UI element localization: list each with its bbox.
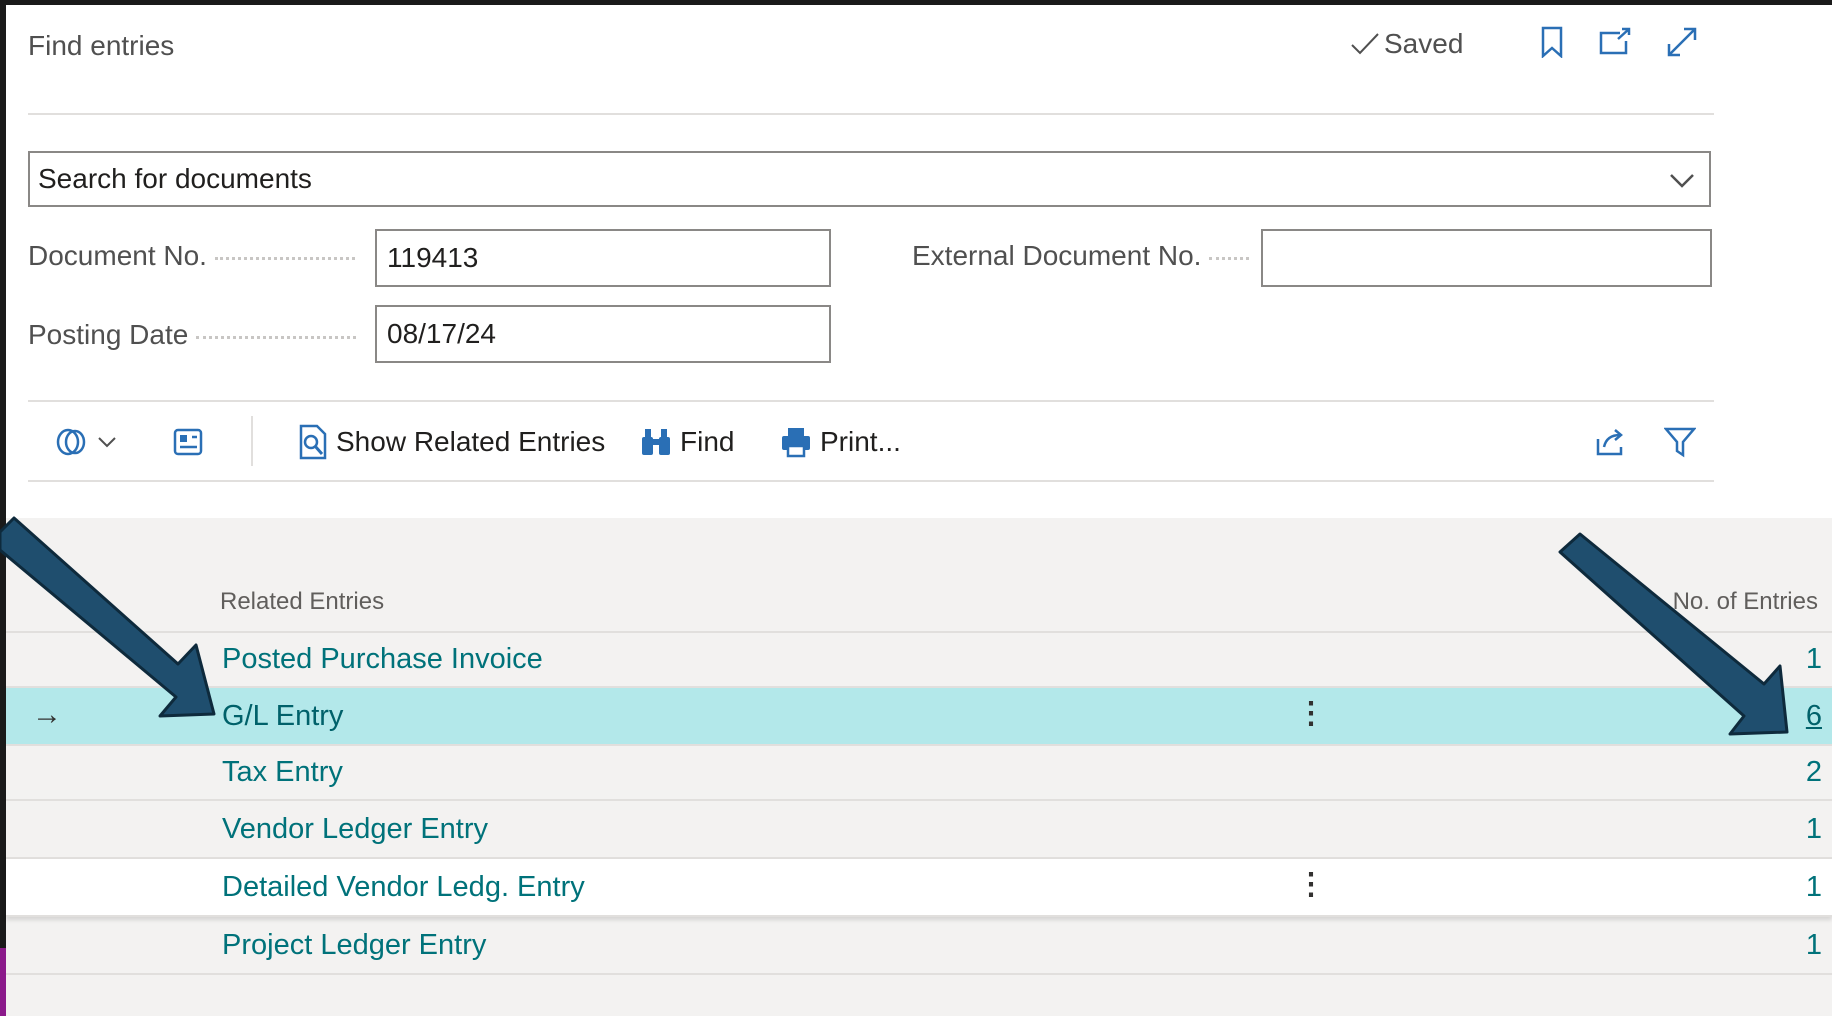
find-label: Find: [680, 426, 735, 457]
page-title: Find entries: [28, 30, 175, 61]
table-row[interactable]: Project Ledger Entry 1: [6, 917, 1832, 975]
open-new-window-icon[interactable]: [1597, 24, 1633, 60]
entry-name-link[interactable]: G/L Entry: [222, 700, 343, 733]
entry-name-link[interactable]: Tax Entry: [222, 756, 343, 789]
show-related-entries-label: Show Related Entries: [336, 426, 606, 457]
share-icon: [1596, 429, 1623, 456]
chevron-down-icon: [1670, 174, 1694, 188]
entry-count-link[interactable]: 1: [1806, 643, 1822, 676]
leader-dots: [214, 253, 355, 260]
search-type-dropdown[interactable]: Search for documents: [28, 151, 1711, 207]
posting-date-label: Posting Date: [28, 319, 189, 350]
print-label: Print...: [820, 426, 901, 457]
saved-label: Saved: [1384, 28, 1464, 59]
entry-count-link[interactable]: 1: [1806, 813, 1822, 846]
print-button[interactable]: Print...: [780, 420, 901, 464]
posting-date-input[interactable]: 08/17/24: [375, 305, 831, 363]
find-button[interactable]: Find: [640, 420, 734, 464]
process-icon: [56, 428, 86, 456]
entry-name-link[interactable]: Project Ledger Entry: [222, 929, 486, 962]
external-document-no-label: External Document No.: [912, 240, 1202, 271]
toolbar-divider: [28, 480, 1714, 482]
leader-dots: [196, 332, 357, 339]
layout-icon: [173, 428, 203, 456]
header-divider: [28, 113, 1714, 115]
filter-button[interactable]: [1664, 420, 1696, 464]
column-header-related-entries[interactable]: Related Entries: [220, 588, 384, 616]
toolbar-separator: [251, 416, 253, 466]
expand-icon[interactable]: [1664, 24, 1700, 60]
entry-name-link[interactable]: Vendor Ledger Entry: [222, 813, 488, 846]
binoculars-icon: [642, 429, 670, 455]
entry-name-link[interactable]: Posted Purchase Invoice: [222, 643, 543, 676]
bookmark-icon[interactable]: [1534, 24, 1570, 60]
table-row[interactable]: Vendor Ledger Entry 1: [6, 801, 1832, 859]
document-no-label-row: Document No.: [28, 240, 355, 272]
printer-icon: [782, 428, 810, 458]
column-header-no-of-entries[interactable]: No. of Entries: [1673, 588, 1818, 616]
external-document-no-input[interactable]: [1261, 229, 1712, 287]
filter-icon: [1664, 427, 1696, 458]
entry-name-link[interactable]: Detailed Vendor Ledg. Entry: [222, 871, 585, 904]
document-no-value: 119413: [387, 242, 479, 273]
document-no-label: Document No.: [28, 240, 207, 271]
saved-status: Saved: [1350, 28, 1463, 60]
chevron-down-icon: [98, 437, 116, 448]
frame-top-border: [0, 0, 1832, 5]
posting-date-value: 08/17/24: [387, 318, 496, 349]
entry-count-link[interactable]: 1: [1806, 871, 1822, 904]
layout-button[interactable]: [172, 420, 204, 464]
table-row-selected[interactable]: → G/L Entry ⋮ 6: [6, 688, 1832, 746]
show-related-entries-button[interactable]: Show Related Entries: [298, 420, 605, 464]
fields-divider: [28, 400, 1714, 402]
search-type-value: Search for documents: [38, 163, 312, 194]
arrow-right-icon: →: [32, 698, 62, 731]
table-row[interactable]: Posted Purchase Invoice 1: [6, 633, 1832, 688]
external-document-no-label-row: External Document No.: [912, 240, 1250, 272]
table-row[interactable]: Tax Entry 2: [6, 746, 1832, 801]
document-search-icon: [299, 424, 327, 460]
more-options-icon[interactable]: ⋮: [1296, 696, 1326, 731]
posting-date-label-row: Posting Date: [28, 319, 357, 351]
entry-count-link[interactable]: 6: [1806, 700, 1822, 733]
entry-count-link[interactable]: 2: [1806, 756, 1822, 789]
entry-count-link[interactable]: 1: [1806, 929, 1822, 962]
table-row[interactable]: Detailed Vendor Ledg. Entry ⋮ 1: [6, 859, 1832, 917]
leader-dots: [1209, 253, 1250, 260]
share-button[interactable]: [1594, 420, 1626, 464]
document-no-input[interactable]: 119413: [375, 229, 831, 287]
checkmark-icon: [1351, 33, 1379, 55]
actions-menu-button[interactable]: [54, 420, 118, 464]
more-options-icon[interactable]: ⋮: [1296, 867, 1326, 902]
